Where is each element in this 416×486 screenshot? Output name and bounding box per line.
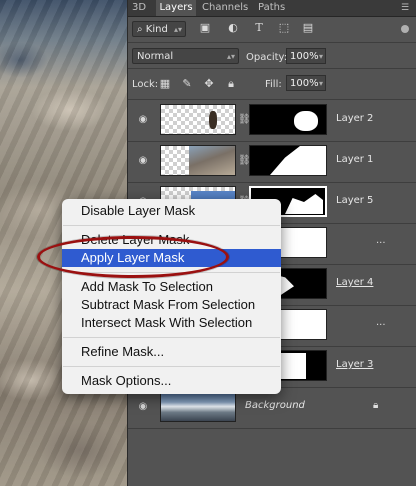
menu-separator [63, 225, 280, 226]
layer-name[interactable]: ... [376, 235, 386, 246]
layer-name[interactable]: Background [245, 400, 305, 411]
lock-all-icon[interactable]: 🔒︎ [224, 77, 238, 91]
lock-row: Lock: ▦ ✎ ✥ 🔒︎ Fill: 100% ▾ [128, 69, 416, 100]
layer-mask-thumbnail[interactable] [249, 145, 327, 176]
tab-3d[interactable]: 3D [132, 0, 152, 16]
tab-layers[interactable]: Layers [156, 0, 196, 16]
link-icon[interactable]: ⛓︎ [238, 113, 251, 127]
layer-thumbnail [160, 104, 236, 135]
menu-item-refine-mask[interactable]: Refine Mask... [62, 343, 281, 361]
blend-row: Normal ▴▾ Opacity: 100% ▾ [128, 43, 416, 69]
adjustment-filter-icon[interactable]: ◐ [226, 21, 240, 35]
lock-label: Lock: [132, 79, 159, 90]
menu-item-intersect-mask-with-selection[interactable]: Intersect Mask With Selection [62, 314, 281, 332]
eye-icon[interactable]: ◉ [136, 113, 150, 127]
filter-kind-select[interactable]: ⌕ Kind ▴▾ [132, 21, 186, 37]
layer-mask-thumbnail[interactable] [249, 104, 327, 135]
type-filter-icon[interactable]: T [252, 21, 266, 35]
fill-value: 100% [290, 78, 319, 89]
select-arrows-icon: ▴▾ [226, 52, 235, 61]
layer-row[interactable]: ◉ ⛓︎ Layer 1 [128, 141, 416, 183]
filter-toggle-icon[interactable] [401, 25, 409, 33]
menu-separator [63, 366, 280, 367]
image-filter-icon[interactable]: ▣ [198, 21, 212, 35]
shape-filter-icon[interactable]: ⬚ [277, 21, 291, 35]
smart-object-filter-icon[interactable]: ▤ [301, 21, 315, 35]
lock-icon: 🔒︎ [373, 400, 379, 411]
lock-move-icon[interactable]: ✥ [202, 77, 216, 91]
menu-item-add-mask-to-selection[interactable]: Add Mask To Selection [62, 278, 281, 296]
eye-icon[interactable]: ◉ [136, 400, 150, 414]
layer-name[interactable]: Layer 3 [336, 359, 373, 370]
chevron-down-icon[interactable]: ▾ [319, 49, 323, 65]
lock-transparent-icon[interactable]: ▦ [158, 77, 172, 91]
layer-row[interactable]: ◉ ⛓︎ Layer 2 [128, 100, 416, 142]
panel-tab-bar: 3D Layers Channels Paths ☰ [128, 0, 416, 17]
menu-item-mask-options[interactable]: Mask Options... [62, 372, 281, 390]
opacity-label: Opacity: [246, 52, 288, 63]
chevron-down-icon[interactable]: ▾ [319, 76, 323, 92]
link-icon[interactable]: ⛓︎ [238, 154, 251, 168]
eye-icon[interactable]: ◉ [136, 154, 150, 168]
select-arrows-icon: ▴▾ [173, 25, 182, 34]
filter-row: ⌕ Kind ▴▾ ▣ ◐ T ⬚ ▤ [128, 17, 416, 43]
lock-brush-icon[interactable]: ✎ [180, 77, 194, 91]
menu-item-disable-layer-mask[interactable]: Disable Layer Mask [62, 202, 281, 220]
layer-name[interactable]: ... [376, 317, 386, 328]
panel-menu-icon[interactable]: ☰ [401, 3, 413, 13]
layer-name[interactable]: Layer 4 [336, 277, 373, 288]
search-icon: ⌕ [137, 24, 143, 35]
blend-mode-select[interactable]: Normal ▴▾ [132, 48, 239, 64]
menu-item-subtract-mask-from-selection[interactable]: Subtract Mask From Selection [62, 296, 281, 314]
opacity-field[interactable]: 100% ▾ [286, 48, 326, 64]
menu-separator [63, 337, 280, 338]
layer-thumbnail [160, 145, 236, 176]
layer-name[interactable]: Layer 1 [336, 154, 373, 165]
fill-field[interactable]: 100% ▾ [286, 75, 326, 91]
context-menu: Disable Layer Mask Delete Layer Mask App… [62, 199, 281, 394]
blend-mode-value: Normal [137, 51, 174, 62]
annotation-highlight-oval [37, 236, 229, 278]
layer-name[interactable]: Layer 2 [336, 113, 373, 124]
tab-channels[interactable]: Channels [202, 0, 248, 16]
opacity-value: 100% [290, 51, 319, 62]
filter-kind-label: Kind [145, 24, 168, 35]
layer-thumbnail [160, 391, 236, 422]
layer-name[interactable]: Layer 5 [336, 195, 373, 206]
tab-paths[interactable]: Paths [258, 0, 288, 16]
fill-label: Fill: [265, 79, 282, 90]
